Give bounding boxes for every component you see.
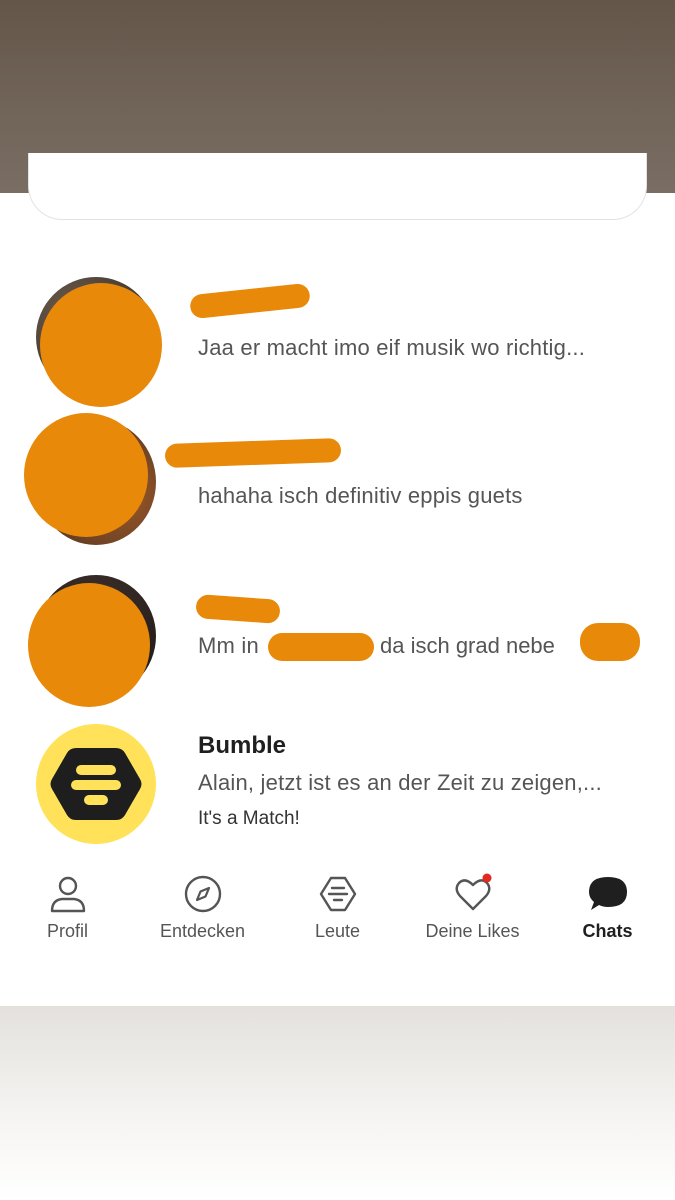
bumble-hexagon-icon xyxy=(50,748,142,820)
bottom-navigation: Profil Entdecken Leute Deine Likes Chats xyxy=(0,865,675,955)
nav-entdecken[interactable]: Entdecken xyxy=(135,865,270,955)
bottom-background xyxy=(0,1006,675,1200)
avatar-redaction xyxy=(28,583,150,707)
message-preview-start: Mm in xyxy=(198,633,259,658)
avatar-redaction xyxy=(24,413,148,537)
nav-label: Deine Likes xyxy=(425,921,520,941)
chat-row[interactable]: Mm in da isch grad nebe xyxy=(0,559,675,709)
heart-icon xyxy=(455,873,492,911)
name-redaction xyxy=(195,594,281,624)
chat-row[interactable]: Jaa er macht imo eif musik wo richtig... xyxy=(0,269,675,409)
message-preview: hahaha isch definitiv eppis guets xyxy=(198,483,523,508)
chats-screen: Jaa er macht imo eif musik wo richtig...… xyxy=(0,153,675,1006)
message-preview: Jaa er macht imo eif musik wo richtig... xyxy=(198,335,586,360)
message-preview-middle: da isch grad nebe xyxy=(380,633,555,658)
nav-label: Chats xyxy=(582,921,633,941)
name-redaction xyxy=(189,282,311,320)
person-icon xyxy=(50,876,86,913)
nav-label: Leute xyxy=(314,921,361,941)
compass-icon xyxy=(184,875,222,913)
nav-chats[interactable]: Chats xyxy=(540,865,675,955)
nav-profil[interactable]: Profil xyxy=(0,865,135,955)
search-bar[interactable] xyxy=(28,153,647,220)
name-redaction xyxy=(164,437,342,469)
nav-leute[interactable]: Leute xyxy=(270,865,405,955)
message-preview: Alain, jetzt ist es an der Zeit zu zeige… xyxy=(198,770,602,795)
nav-label: Profil xyxy=(46,921,88,941)
text-redaction xyxy=(268,633,374,661)
nav-deine-likes[interactable]: Deine Likes xyxy=(405,865,540,955)
bumble-logo xyxy=(36,724,156,844)
nav-label: Entdecken xyxy=(159,921,246,941)
hexagon-icon xyxy=(319,876,357,912)
chat-bubble-icon xyxy=(589,877,627,910)
chat-row[interactable]: hahaha isch definitiv eppis guets xyxy=(0,409,675,559)
match-label: It's a Match! xyxy=(198,808,300,829)
avatar-redaction xyxy=(40,283,162,407)
text-redaction xyxy=(580,623,640,661)
chat-name: Bumble xyxy=(198,732,287,759)
notification-dot xyxy=(482,873,492,883)
